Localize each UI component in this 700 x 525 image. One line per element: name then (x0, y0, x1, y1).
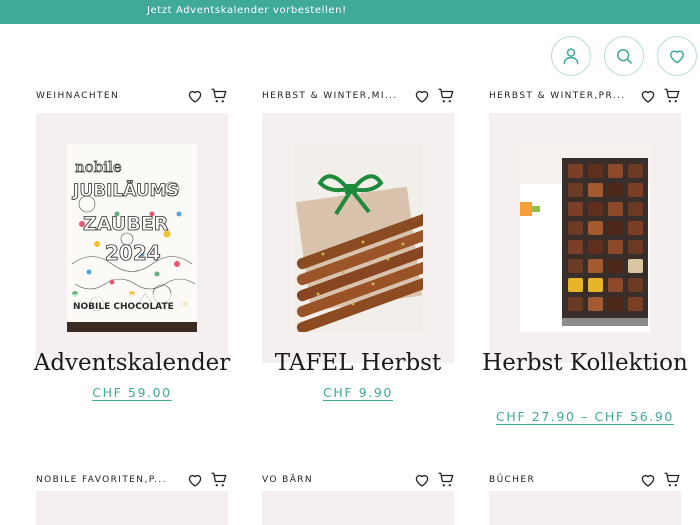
add-to-cart-button[interactable] (663, 87, 681, 105)
product-category[interactable]: NOBILE FAVORITEN,P... (36, 475, 167, 485)
praline-piece (628, 202, 643, 216)
product-category[interactable]: HERBST & WINTER,PR... (489, 91, 626, 101)
heart-icon (641, 474, 655, 487)
product-title[interactable]: Herbst Kollektion (479, 351, 691, 375)
cart-icon (438, 472, 454, 487)
product-title[interactable]: TAFEL Herbst (252, 351, 464, 375)
svg-text:2024: 2024 (105, 241, 161, 265)
praline-piece (568, 183, 583, 197)
praline-piece (588, 240, 603, 254)
praline-piece (628, 278, 643, 292)
praline-piece (608, 278, 623, 292)
product-category[interactable]: WEIHNACHTEN (36, 91, 119, 101)
add-to-cart-button[interactable] (437, 87, 455, 105)
praline-piece (608, 240, 623, 254)
cart-icon (664, 472, 680, 487)
praline-piece (628, 183, 643, 197)
product-image-tile[interactable]: nobile JUBILÄUMS ZAUBER 2024 NOBILE CHOC… (36, 113, 228, 363)
wishlist-button[interactable] (657, 36, 697, 76)
product-image-tile[interactable] (36, 491, 228, 525)
user-icon (563, 48, 579, 65)
praline-piece (568, 297, 583, 311)
product-price[interactable]: CHF 9.90 (242, 385, 474, 400)
heart-icon (415, 474, 429, 487)
announcement-text[interactable]: Jetzt Adventskalender vorbestellen! (147, 5, 347, 16)
praline-piece (628, 240, 643, 254)
praline-piece (588, 164, 603, 178)
product-card[interactable]: VO BÄRN (262, 471, 454, 525)
heart-icon (188, 474, 202, 487)
praline-piece (608, 221, 623, 235)
announcement-bar[interactable]: Jetzt Adventskalender vorbestellen! (0, 0, 700, 24)
add-to-wishlist-button[interactable] (186, 471, 204, 489)
product-category[interactable]: HERBST & WINTER,MI... (262, 91, 398, 101)
svg-text:JUBILÄUMS: JUBILÄUMS (72, 179, 179, 201)
product-category[interactable]: BÜCHER (489, 475, 535, 485)
add-to-wishlist-button[interactable] (413, 471, 431, 489)
product-image-tile[interactable] (489, 491, 681, 525)
praline-piece (588, 221, 603, 235)
praline-piece (608, 297, 623, 311)
account-button[interactable] (551, 36, 591, 76)
praline-piece (608, 164, 623, 178)
advent-calendar-image: nobile JUBILÄUMS ZAUBER 2024 NOBILE CHOC… (67, 144, 197, 332)
praline-piece (608, 183, 623, 197)
praline-piece (588, 259, 603, 273)
add-to-cart-button[interactable] (210, 87, 228, 105)
praline-piece (568, 278, 583, 292)
product-image-tile[interactable] (262, 491, 454, 525)
praline-piece (588, 297, 603, 311)
add-to-cart-button[interactable] (663, 471, 681, 489)
svg-text:ZAUBER: ZAUBER (83, 213, 169, 235)
product-image-tile[interactable] (262, 113, 454, 363)
add-to-cart-button[interactable] (437, 471, 455, 489)
praline-piece (588, 278, 603, 292)
heart-icon (188, 90, 202, 103)
add-to-wishlist-button[interactable] (639, 471, 657, 489)
praline-piece (608, 202, 623, 216)
product-card[interactable]: BÜCHER (489, 471, 681, 525)
product-card[interactable]: HERBST & WINTER,MI... TAFEL Herbst CHF 9… (262, 87, 454, 417)
search-icon (617, 49, 632, 64)
search-button[interactable] (604, 36, 644, 76)
product-card[interactable]: HERBST & WINTER,PR... Herbst Kollektion … (482, 87, 688, 427)
praline-piece (628, 164, 643, 178)
add-to-cart-button[interactable] (210, 471, 228, 489)
praline-piece (588, 202, 603, 216)
praline-piece (628, 259, 643, 273)
cart-icon (211, 472, 227, 487)
cart-icon (664, 88, 680, 103)
heart-icon (670, 50, 684, 64)
praline-piece (568, 221, 583, 235)
praline-piece (628, 221, 643, 235)
heart-icon (641, 90, 655, 103)
product-card[interactable]: NOBILE FAVORITEN,P... (36, 471, 228, 525)
praline-piece (608, 259, 623, 273)
add-to-wishlist-button[interactable] (413, 87, 431, 105)
praline-box-image (520, 144, 650, 332)
svg-text:NOBILE CHOCOLATE: NOBILE CHOCOLATE (73, 302, 174, 312)
product-price[interactable]: CHF 27.90 – CHF 56.90 (469, 409, 700, 424)
cart-icon (211, 88, 227, 103)
praline-piece (568, 240, 583, 254)
product-category[interactable]: VO BÄRN (262, 475, 313, 485)
praline-piece (588, 183, 603, 197)
praline-piece (568, 259, 583, 273)
product-card[interactable]: WEIHNACHTEN nobile JUBILÄUMS ZAUBER 2024… (34, 87, 230, 417)
heart-icon (415, 90, 429, 103)
product-image-tile[interactable] (489, 113, 681, 363)
product-title[interactable]: Adventskalender (26, 351, 238, 375)
add-to-wishlist-button[interactable] (186, 87, 204, 105)
product-price[interactable]: CHF 59.00 (16, 385, 248, 400)
chocolate-bar-image (293, 144, 423, 332)
praline-piece (568, 164, 583, 178)
svg-text:nobile: nobile (75, 158, 122, 176)
praline-piece (628, 297, 643, 311)
cart-icon (438, 88, 454, 103)
praline-piece (568, 202, 583, 216)
add-to-wishlist-button[interactable] (639, 87, 657, 105)
